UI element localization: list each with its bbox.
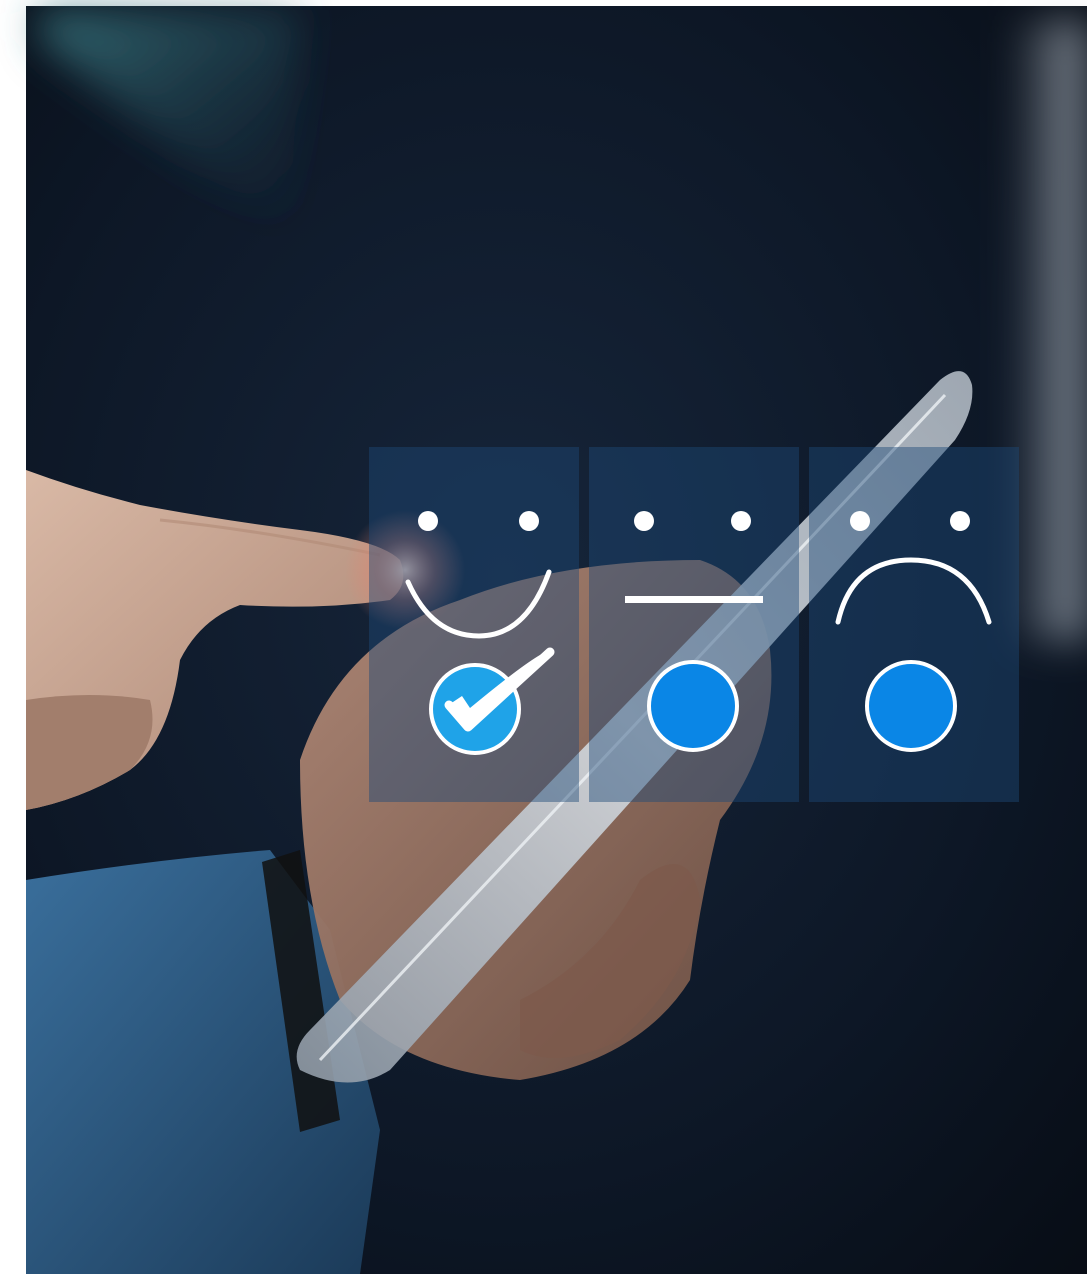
unselected-radio-neutral[interactable] xyxy=(647,660,739,752)
photo-scene xyxy=(0,0,1087,1279)
rating-option-sad[interactable] xyxy=(809,447,1019,802)
rating-panel xyxy=(369,447,1019,802)
photo-canvas xyxy=(0,0,1087,1279)
rating-option-happy[interactable] xyxy=(369,447,579,802)
unselected-radio-sad[interactable] xyxy=(865,660,957,752)
background-light-right xyxy=(1010,20,1087,640)
rating-option-neutral[interactable] xyxy=(589,447,799,802)
